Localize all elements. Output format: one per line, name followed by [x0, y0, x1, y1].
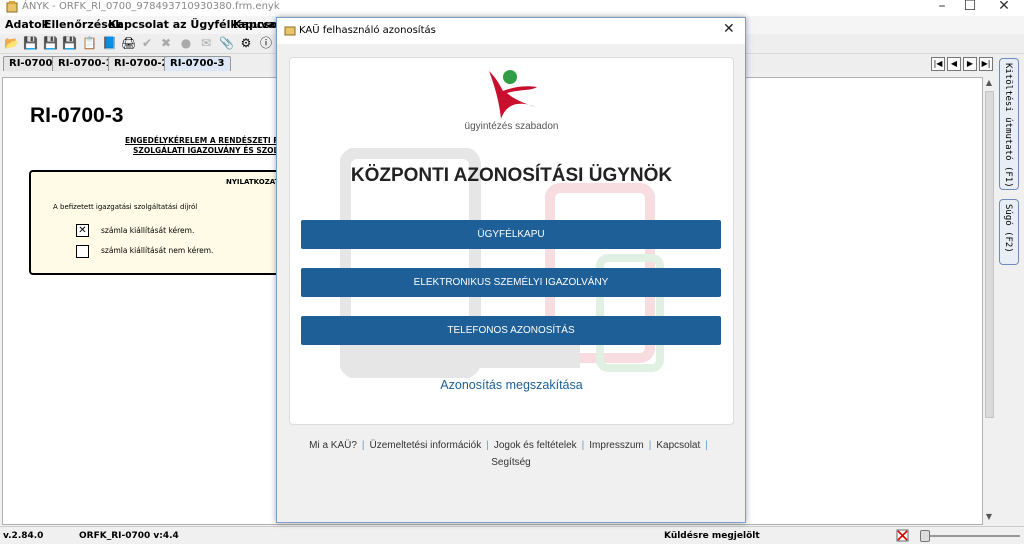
- scroll-up-icon[interactable]: ▲: [983, 77, 995, 89]
- footer-separator: |: [705, 440, 708, 451]
- footer-separator: |: [486, 440, 489, 451]
- maximize-button[interactable]: ☐: [955, 0, 985, 14]
- app-titlebar: ÁNYK - ORFK_RI_0700_978493710930380.frm.…: [0, 0, 1024, 16]
- open-icon[interactable]: 📂: [4, 36, 19, 50]
- phone-auth-button[interactable]: TELEFONOS AZONOSÍTÁS: [301, 316, 721, 345]
- declaration-question: A befizetett igazgatási szolgáltatási dí…: [53, 203, 198, 211]
- scroll-down-icon[interactable]: ▼: [983, 511, 995, 523]
- footer-links: Mi a KAÜ? | Üzemeltetési információk | Jogok…: [307, 437, 715, 471]
- attachment-icon[interactable]: 📎: [219, 36, 234, 50]
- footer-separator: |: [581, 440, 585, 451]
- close-button[interactable]: ✕: [989, 0, 1019, 14]
- scroll-thumb[interactable]: [985, 91, 994, 418]
- auth-card: ügyintézés szabadon KÖZPONTI AZONOSÍTÁSI…: [289, 57, 734, 425]
- last-page-icon[interactable]: ▶|: [979, 57, 993, 71]
- cancel-auth-link[interactable]: Azonosítás megszakítása: [290, 378, 733, 392]
- invoice-requested-checkbox[interactable]: ✕: [76, 224, 89, 237]
- send-status-label: Küldésre megjelölt: [664, 531, 760, 541]
- invoice-not-requested-checkbox[interactable]: [76, 245, 89, 258]
- tab-ri-0700[interactable]: RI-0700: [3, 56, 59, 71]
- error-flag-icon[interactable]: [896, 529, 909, 542]
- statusbar: v.2.84.0 ORFK_RI-0700 v:4.4 Küldésre meg…: [0, 526, 1024, 544]
- vertical-scrollbar[interactable]: ▲ ▼: [983, 77, 995, 523]
- footer-link-uzemeltetesi[interactable]: Üzemeltetési információk: [370, 440, 482, 451]
- footer-link-jogok[interactable]: Jogok és feltételek: [494, 440, 577, 451]
- book-icon[interactable]: 📘: [102, 36, 117, 50]
- form-heading-line-2: SZOLGÁLATI IGAZOLVÁNY ÉS SZOL: [133, 146, 279, 155]
- first-page-icon[interactable]: |◀: [931, 57, 945, 71]
- kau-dialog: KAÜ felhasználó azonosítás ✕ ügyintézés …: [276, 17, 746, 523]
- info-icon[interactable]: ⓘ: [259, 36, 273, 50]
- footer-separator: |: [361, 440, 365, 451]
- tab-ri-0700-3[interactable]: RI-0700-3: [164, 56, 231, 71]
- save-icon[interactable]: 💾: [43, 36, 58, 50]
- declaration-title: NYILATKOZAT: [226, 178, 280, 186]
- help-tab[interactable]: Súgó (F2): [999, 199, 1019, 265]
- menu-adatok[interactable]: Adatok: [5, 18, 49, 31]
- dialog-title: KAÜ felhasználó azonosítás: [299, 25, 436, 36]
- app-icon: [6, 1, 18, 13]
- prev-page-icon[interactable]: ◀: [947, 57, 961, 71]
- footer-link-segitseg[interactable]: Segítség: [491, 457, 530, 468]
- comment-icon[interactable]: ●: [179, 36, 193, 50]
- invoice-not-requested-label: számla kiállítását nem kérem.: [101, 246, 214, 255]
- save-new-icon[interactable]: 💾: [23, 36, 38, 50]
- dialog-close-icon[interactable]: ✕: [723, 21, 735, 37]
- footer-link-impresszum[interactable]: Impresszum: [589, 440, 643, 451]
- settings-icon[interactable]: ⚙: [239, 36, 253, 50]
- window-title: ÁNYK - ORFK_RI_0700_978493710930380.frm.…: [22, 1, 280, 12]
- eid-button[interactable]: ELEKTRONIKUS SZEMÉLYI IGAZOLVÁNY: [301, 268, 721, 297]
- help-label: Súgó (F2): [1003, 204, 1013, 253]
- delete-icon[interactable]: ✖: [159, 36, 173, 50]
- dialog-titlebar: KAÜ felhasználó azonosítás ✕: [277, 18, 745, 44]
- next-page-icon[interactable]: ▶: [963, 57, 977, 71]
- zoom-slider-knob[interactable]: [920, 530, 930, 542]
- check-icon[interactable]: ✔: [140, 36, 154, 50]
- minimize-button[interactable]: –: [927, 0, 957, 14]
- help-guide-tab[interactable]: Kitöltési útmutató (F1): [999, 58, 1019, 190]
- ugyfelkapu-button[interactable]: ÜGYFÉLKAPU: [301, 220, 721, 249]
- form-title: RI-0700-3: [30, 104, 124, 127]
- version-label: v.2.84.0: [3, 531, 44, 541]
- save-as-icon[interactable]: 💾: [62, 36, 77, 50]
- dialog-app-icon: [284, 26, 296, 36]
- footer-link-kapcsolat[interactable]: Kapcsolat: [656, 440, 700, 451]
- kau-heading: KÖZPONTI AZONOSÍTÁSI ÜGYNÖK: [350, 165, 673, 186]
- mail-icon[interactable]: ✉: [199, 36, 213, 50]
- invoice-requested-label: számla kiállítását kérem.: [101, 226, 195, 235]
- print-icon[interactable]: 🖨: [121, 36, 136, 50]
- form-heading-line-1: ENGEDÉLYKÉRELEM A RENDÉSZETI F: [125, 136, 279, 145]
- kau-logo-icon: [489, 70, 537, 119]
- kau-slogan: ügyintézés szabadon: [464, 121, 559, 132]
- footer-separator: |: [648, 440, 652, 451]
- footer-link-mi-a-kau[interactable]: Mi a KAÜ?: [309, 440, 357, 451]
- import-icon[interactable]: 📋: [82, 36, 97, 50]
- form-version-label: ORFK_RI-0700 v:4.4: [79, 531, 179, 541]
- help-guide-label: Kitöltési útmutató (F1): [1003, 63, 1013, 188]
- zoom-slider-track[interactable]: [924, 535, 1020, 537]
